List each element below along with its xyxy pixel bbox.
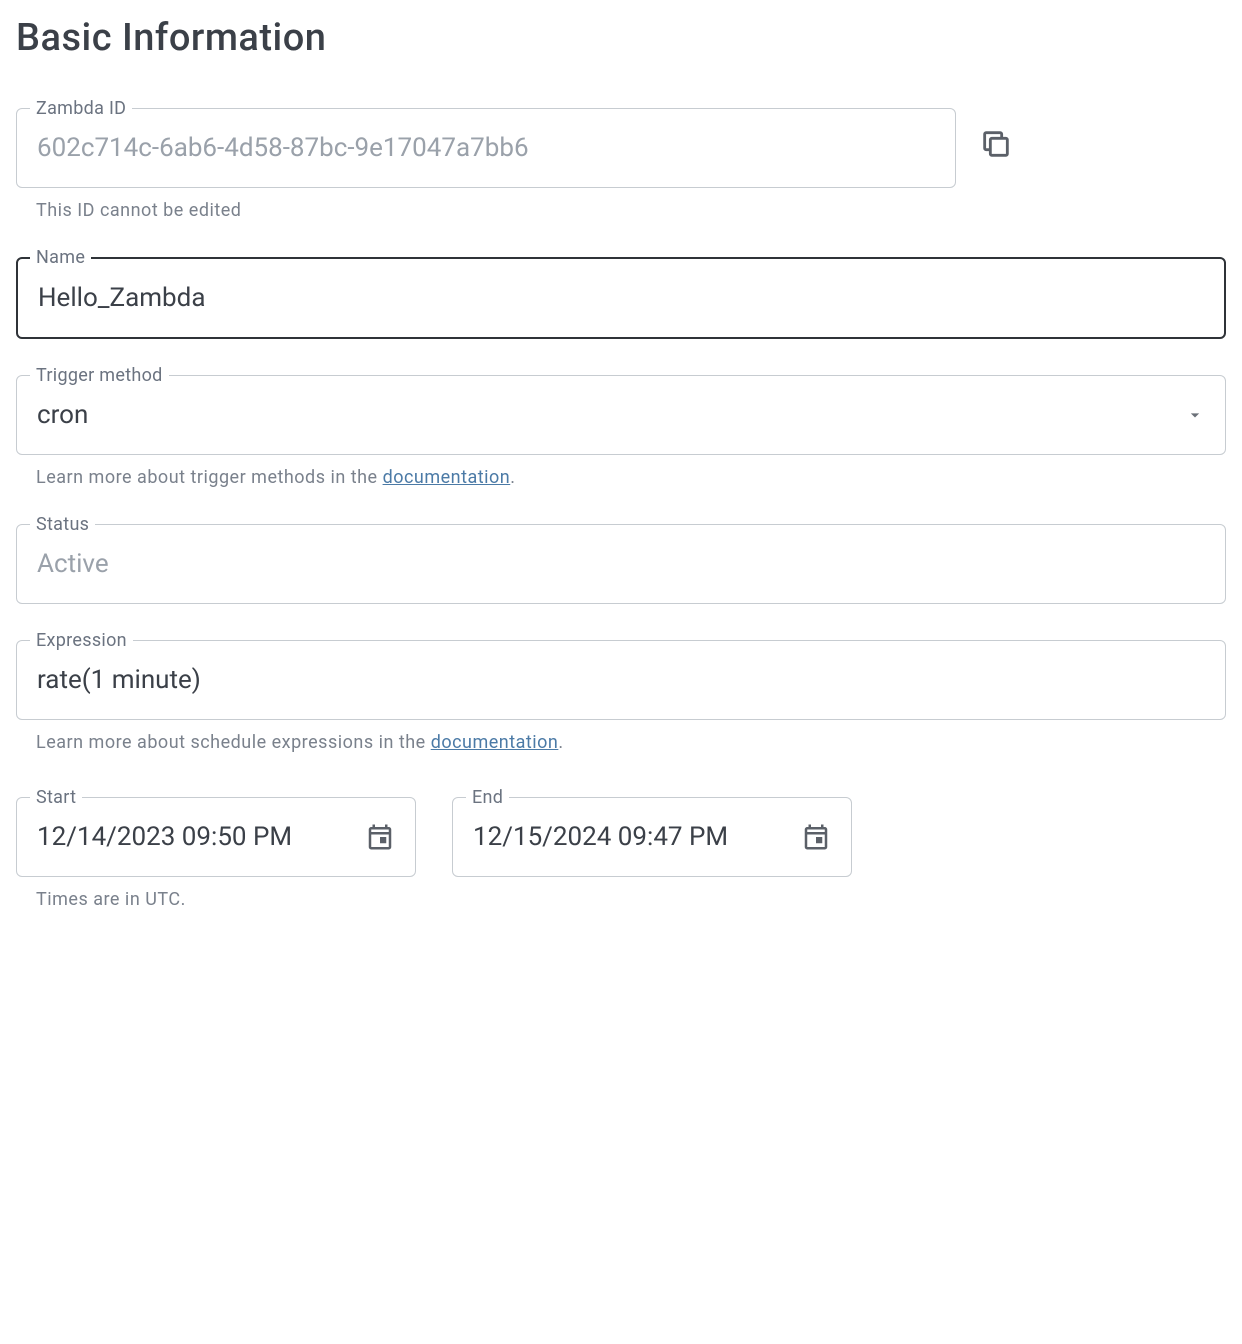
trigger-method-value: cron [37, 400, 1173, 430]
expression-helper-prefix: Learn more about schedule expressions in… [36, 732, 431, 753]
trigger-documentation-link[interactable]: documentation [383, 467, 511, 488]
expression-helper-suffix: . [558, 732, 563, 753]
zambda-id-field: 602c714c-6ab6-4d58-87bc-9e17047a7bb6 [16, 108, 956, 188]
expression-documentation-link[interactable]: documentation [431, 732, 559, 753]
expression-helper: Learn more about schedule expressions in… [36, 732, 1226, 753]
calendar-icon[interactable] [801, 822, 831, 852]
end-value: 12/15/2024 09:47 PM [473, 822, 789, 852]
calendar-icon[interactable] [365, 822, 395, 852]
expression-label: Expression [30, 630, 133, 651]
status-label: Status [30, 514, 95, 535]
name-field[interactable] [16, 257, 1226, 339]
trigger-method-label: Trigger method [30, 365, 169, 386]
start-value: 12/14/2023 09:50 PM [37, 822, 353, 852]
expression-field[interactable] [16, 640, 1226, 720]
chevron-down-icon [1185, 405, 1205, 425]
expression-input[interactable] [37, 665, 1205, 695]
trigger-method-helper: Learn more about trigger methods in the … [36, 467, 1226, 488]
zambda-id-label: Zambda ID [30, 98, 132, 119]
copy-icon[interactable] [976, 124, 1016, 164]
zambda-id-helper: This ID cannot be edited [36, 200, 1226, 221]
name-label: Name [30, 247, 91, 268]
section-title: Basic Information [16, 16, 1226, 60]
name-input[interactable] [38, 283, 1204, 313]
trigger-helper-suffix: . [510, 467, 515, 488]
zambda-id-value: 602c714c-6ab6-4d58-87bc-9e17047a7bb6 [37, 133, 935, 163]
end-datetime-field[interactable]: 12/15/2024 09:47 PM [452, 797, 852, 877]
status-value: Active [37, 549, 1205, 579]
trigger-helper-prefix: Learn more about trigger methods in the [36, 467, 383, 488]
trigger-method-select[interactable]: cron [16, 375, 1226, 455]
start-datetime-field[interactable]: 12/14/2023 09:50 PM [16, 797, 416, 877]
start-label: Start [30, 787, 82, 808]
end-label: End [466, 787, 509, 808]
status-field: Active [16, 524, 1226, 604]
times-note: Times are in UTC. [36, 889, 1226, 910]
